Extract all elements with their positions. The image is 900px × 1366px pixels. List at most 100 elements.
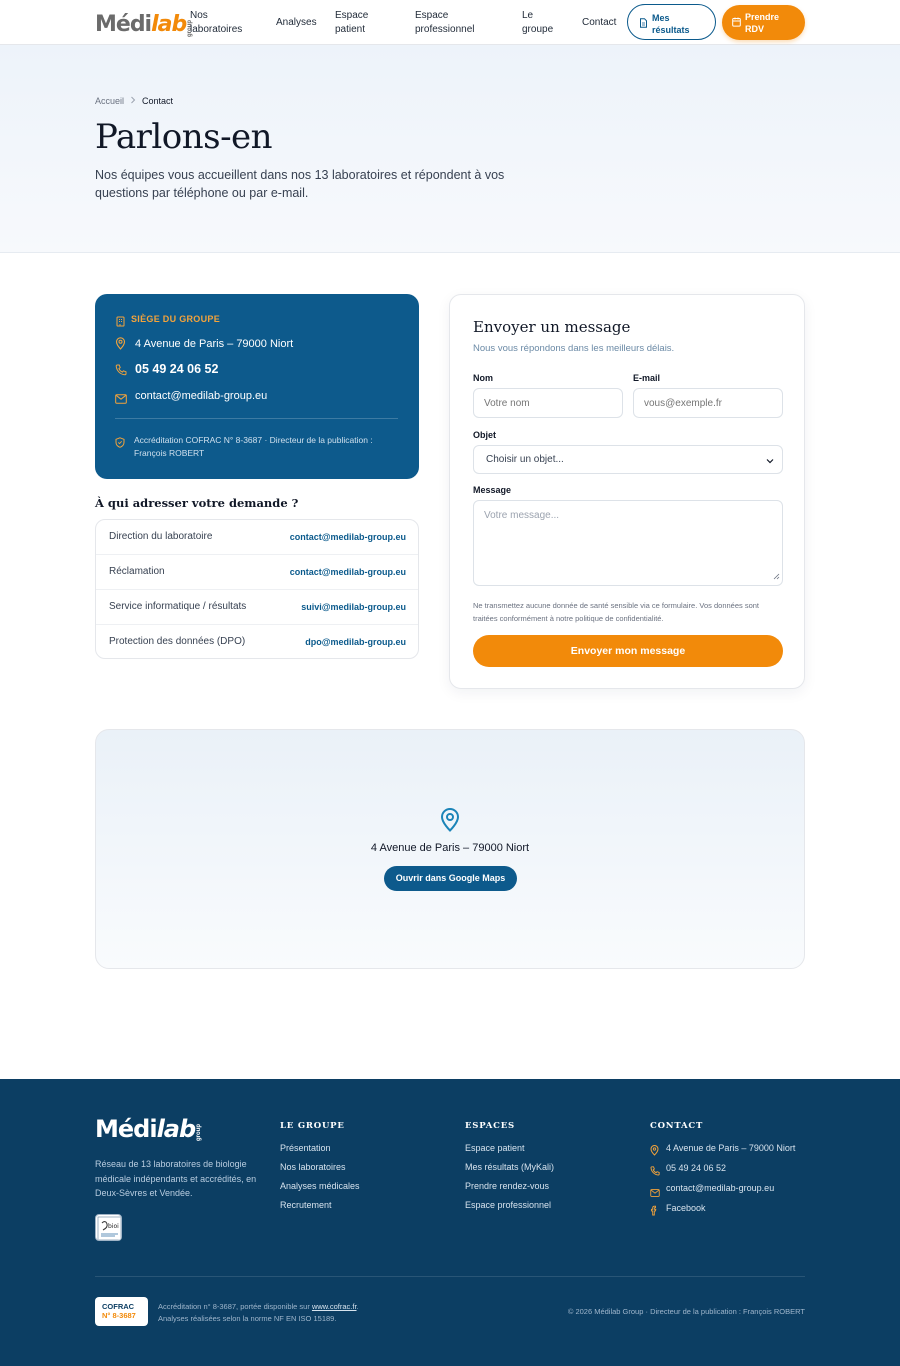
message-textarea[interactable]: Votre message... (473, 500, 783, 586)
cofrac-title: COFRAC (102, 1302, 135, 1311)
site-footer: Médilab group Réseau de 13 laboratoires … (0, 1079, 900, 1366)
directory-email[interactable]: contact@medilab-group.eu (290, 567, 406, 577)
footer-link[interactable]: Nos laboratoires (280, 1162, 346, 1172)
facebook-icon (650, 1203, 658, 1221)
button-label: résultats (652, 25, 690, 35)
directory-email[interactable]: dpo@medilab-group.eu (305, 637, 406, 647)
mes-resultats-button[interactable]: Mes résultats (627, 4, 716, 40)
map-pin-icon (440, 808, 460, 837)
nav-item-analyses[interactable]: Analyses (276, 16, 317, 30)
cofrac-badge: COFRAC N° 8-3687 (95, 1297, 148, 1326)
directory-title: À qui adresser votre demande ? (95, 496, 299, 510)
contact-form: Envoyer un message Nous vous répondons d… (449, 294, 805, 689)
footer-link[interactable]: Espace professionnel (465, 1200, 551, 1210)
mail-icon (650, 1184, 660, 1202)
directory-label: Service informatique / résultats (109, 601, 247, 612)
accr-text: Accréditation n° 8-3687, portée disponib… (158, 1302, 312, 1311)
nav-label: laboratoires (190, 24, 243, 35)
accr-norm: Analyses réalisées selon la norme NF EN … (158, 1314, 337, 1323)
nav-item-espace-patient[interactable]: Espace patient (335, 9, 368, 37)
accreditation-badge: bioi (95, 1214, 122, 1241)
nav-item-contact[interactable]: Contact (582, 16, 616, 30)
footer-link[interactable]: Recrutement (280, 1200, 332, 1210)
chevron-right-icon (130, 96, 136, 106)
footer-description: Réseau de 13 laboratoires de biologie mé… (95, 1159, 257, 1198)
divider (95, 1276, 805, 1277)
directory-label: Réclamation (109, 566, 165, 577)
building-icon (115, 314, 126, 332)
directory-row: Direction du laboratoire contact@medilab… (96, 520, 418, 555)
prendre-rdv-button[interactable]: Prendre RDV (722, 5, 805, 40)
footer-accreditation: Accréditation n° 8-3687, portée disponib… (158, 1301, 359, 1325)
logo-main-text: Médi (95, 1115, 158, 1143)
privacy-note: Ne transmettez aucune donnée de santé se… (473, 601, 760, 623)
medilab-logo[interactable]: Médilab group (95, 9, 193, 38)
footer-phone[interactable]: 05 49 24 06 52 (666, 1163, 726, 1173)
copyright: © 2026 Médilab Group · Directeur de la p… (567, 1307, 805, 1316)
mail-icon (115, 391, 127, 409)
directory-row: Protection des données (DPO) dpo@medilab… (96, 625, 418, 658)
nav-label: Le (522, 10, 534, 21)
nav-item-laboratoires[interactable]: Nos laboratoires (190, 9, 242, 37)
subject-label: Objet (473, 430, 497, 440)
nav-label: patient (335, 24, 366, 35)
breadcrumb-home[interactable]: Accueil (95, 96, 124, 106)
siege-address: 4 Avenue de Paris – 79000 Niort (135, 338, 294, 350)
button-label: RDV (745, 24, 765, 34)
email-label: E-mail (633, 373, 661, 383)
footer-link[interactable]: Mes résultats (MyKali) (465, 1162, 554, 1172)
breadcrumb: Accueil Contact (95, 96, 173, 106)
nav-label: Espace (415, 10, 449, 21)
open-google-maps-button[interactable]: Ouvrir dans Google Maps (384, 866, 517, 891)
page-subtitle: Nos équipes vous accueillent dans nos 13… (95, 168, 505, 200)
footer-facebook[interactable]: Facebook (666, 1203, 706, 1213)
document-icon (639, 18, 648, 31)
logo-small-text: group (196, 1124, 203, 1141)
phone-icon (650, 1163, 660, 1181)
nav-item-espace-professionnel[interactable]: Espace professionnel (415, 9, 474, 37)
submit-button[interactable]: Envoyer mon message (473, 635, 783, 667)
footer-col-title: CONTACT (650, 1121, 704, 1131)
nav-label: Contact (582, 17, 617, 28)
chevron-down-icon (766, 456, 774, 467)
logo-main-text: Médi (95, 12, 152, 37)
footer-link[interactable]: Analyses médicales (280, 1181, 360, 1191)
page-title: Parlons-en (95, 117, 273, 157)
button-label: Prendre (745, 12, 780, 22)
siege-phone[interactable]: 05 49 24 06 52 (135, 362, 218, 376)
message-label: Message (473, 485, 512, 495)
form-title: Envoyer un message (473, 318, 631, 336)
contact-directory: Direction du laboratoire contact@medilab… (95, 519, 419, 659)
name-input[interactable] (473, 388, 623, 418)
map-placeholder: 4 Avenue de Paris – 79000 Niort Ouvrir d… (95, 729, 805, 969)
siege-card: SIÈGE DU GROUPE 4 Avenue de Paris – 7900… (95, 294, 419, 479)
siege-email[interactable]: contact@medilab-group.eu (135, 390, 267, 402)
footer-col-title: LE GROUPE (280, 1121, 345, 1131)
cofrac-number: N° 8-3687 (102, 1311, 136, 1320)
footer-link[interactable]: Présentation (280, 1143, 331, 1153)
subject-select[interactable]: Choisir un objet... (473, 445, 783, 474)
footer-col-title: ESPACES (465, 1121, 515, 1131)
subject-selected: Choisir un objet... (486, 454, 564, 465)
cofrac-link[interactable]: www.cofrac.fr (312, 1302, 357, 1311)
footer-link[interactable]: Prendre rendez-vous (465, 1181, 549, 1191)
nav-label: Analyses (276, 17, 317, 28)
resize-handle-icon[interactable] (773, 572, 780, 583)
map-pin-icon (115, 337, 126, 355)
directory-email[interactable]: contact@medilab-group.eu (290, 532, 406, 542)
hero-section: Accueil Contact Parlons-en Nos équipes v… (0, 45, 900, 253)
site-header: Médilab group Nos laboratoires Analyses … (0, 0, 900, 45)
logo-accent-text: lab (151, 12, 187, 37)
directory-email[interactable]: suivi@medilab-group.eu (301, 602, 406, 612)
nav-label: groupe (522, 24, 554, 35)
footer-logo[interactable]: Médilab group (95, 1117, 202, 1141)
footer-email[interactable]: contact@medilab-group.eu (666, 1183, 774, 1193)
form-subtitle: Nous vous répondons dans les meilleurs d… (473, 343, 675, 354)
directory-label: Protection des données (DPO) (109, 636, 246, 647)
nav-item-le-groupe[interactable]: Le groupe (522, 9, 553, 37)
email-input[interactable] (633, 388, 783, 418)
divider (115, 418, 398, 419)
badge-text: bioi (108, 1223, 119, 1230)
nav-label: Espace (335, 10, 369, 21)
footer-link[interactable]: Espace patient (465, 1143, 525, 1153)
